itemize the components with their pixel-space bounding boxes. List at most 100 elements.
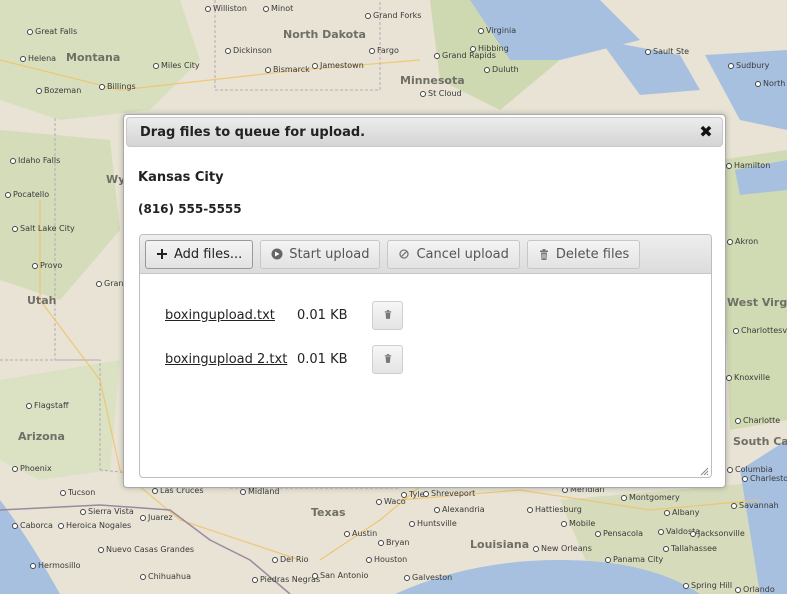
map-city-label: Las Cruces: [152, 487, 204, 495]
map-city-label: San Antonio: [312, 572, 368, 580]
map-city-label: Bozeman: [36, 87, 81, 95]
map-state-label: South Carolina: [733, 435, 787, 448]
map-city-label: Miles City: [153, 62, 200, 70]
map-city-label: Spring Hill: [683, 582, 732, 590]
map-city-label: Salt Lake City: [12, 225, 75, 233]
map-city-label: Austin: [344, 530, 377, 538]
map-city-label: Charleston: [742, 475, 787, 483]
plus-icon: [156, 248, 168, 260]
map-city-label: Tallahassee: [663, 545, 717, 553]
add-files-label: Add files...: [174, 246, 243, 262]
trash-icon: [538, 248, 550, 260]
map-city-label: Sudbury: [728, 62, 769, 70]
add-files-button[interactable]: Add files...: [145, 239, 254, 269]
map-city-label: Phoenix: [12, 465, 52, 473]
file-size: 0.01 KB: [297, 307, 348, 323]
map-city-label: Chihuahua: [140, 573, 191, 581]
map-state-label: North Dakota: [283, 28, 366, 41]
map-state-label: Texas: [311, 506, 346, 519]
map-state-label: Arizona: [18, 430, 65, 443]
map-city-label: Tucson: [60, 489, 95, 497]
dialog-titlebar[interactable]: Drag files to queue for upload. ✖: [126, 117, 723, 147]
map-city-label: Huntsville: [409, 520, 457, 528]
upload-icon: [271, 248, 283, 260]
map-city-label: Shreveport: [423, 490, 475, 498]
map-city-label: Sierra Vista: [80, 508, 134, 516]
map-state-label: Utah: [27, 294, 57, 307]
map-city-label: Idaho Falls: [10, 157, 60, 165]
file-row: boxingupload 2.txt 0.01 KB: [165, 337, 403, 381]
map-city-label: New Orleans: [533, 545, 592, 553]
trash-icon: [384, 352, 392, 367]
map-city-label: Waco: [376, 498, 406, 506]
location-phone: (816) 555-5555: [138, 202, 242, 216]
start-upload-button[interactable]: Start upload: [260, 239, 381, 269]
map-city-label: Alexandria: [434, 506, 485, 514]
map-state-label: West Virginia: [727, 296, 787, 309]
location-name: Kansas City: [138, 170, 224, 185]
map-state-label: Louisiana: [470, 538, 530, 551]
file-upload-area[interactable]: Add files... Start upload Cancel upload …: [139, 234, 712, 478]
map-city-label: Flagstaff: [26, 402, 69, 410]
cancel-upload-label: Cancel upload: [416, 246, 509, 262]
map-city-label: Nuevo Casas Grandes: [98, 546, 194, 554]
map-city-label: Bismarck: [265, 66, 310, 74]
map-state-label: Montana: [66, 51, 121, 64]
upload-dialog: Drag files to queue for upload. ✖ Kansas…: [123, 114, 726, 488]
map-city-label: Hibbing: [470, 45, 509, 53]
file-row: boxingupload.txt 0.01 KB: [165, 293, 403, 337]
map-city-label: Sault Ste: [645, 48, 689, 56]
cancel-icon: [398, 248, 410, 260]
map-city-label: Charlotte: [735, 417, 780, 425]
trash-icon: [384, 308, 392, 323]
map-city-label: Albany: [664, 509, 699, 517]
map-city-label: Grand Forks: [365, 12, 421, 20]
resize-handle-icon[interactable]: [699, 465, 709, 476]
map-city-label: Virginia: [478, 27, 516, 35]
map-city-label: Heroica Nogales: [58, 522, 131, 530]
map-city-label: Billings: [99, 83, 136, 91]
map-city-label: Minot: [263, 5, 293, 13]
map-city-label: Midland: [240, 488, 279, 496]
map-city-label: Pocatello: [5, 191, 49, 199]
map-city-label: Piedras Negras: [252, 576, 320, 584]
map-city-label: Columbia: [727, 466, 773, 474]
map-city-label: Houston: [366, 556, 407, 564]
delete-file-button[interactable]: [372, 344, 403, 374]
file-name-link[interactable]: boxingupload.txt: [165, 308, 275, 323]
map-city-label: Juarez: [140, 514, 173, 522]
map-city-label: Savannah: [731, 502, 779, 510]
map-city-label: Grand Rapids: [434, 52, 496, 60]
map-city-label: Great Falls: [27, 28, 77, 36]
map-city-label: Jamestown: [312, 62, 364, 70]
map-city-label: Mobile: [561, 520, 595, 528]
map-city-label: Hermosillo: [30, 562, 81, 570]
map-city-label: Fargo: [369, 47, 399, 55]
map-city-label: Pensacola: [595, 530, 643, 538]
map-city-label: Knoxville: [726, 374, 770, 382]
file-size: 0.01 KB: [297, 351, 348, 367]
map-city-label: Panama City: [605, 556, 663, 564]
map-city-label: Del Rio: [272, 556, 309, 564]
map-city-label: Jacksonville: [690, 530, 745, 538]
map-city-label: Hattiesburg: [527, 506, 582, 514]
map-city-label: Duluth: [484, 66, 519, 74]
map-city-label: Provo: [32, 262, 62, 270]
map-city-label: Akron: [727, 238, 758, 246]
map-city-label: Hamilton: [726, 162, 770, 170]
map-city-label: Bryan: [378, 539, 409, 547]
map-city-label: Charlottesville: [733, 327, 787, 335]
close-icon[interactable]: ✖: [698, 124, 714, 140]
delete-files-label: Delete files: [555, 246, 630, 262]
dialog-title: Drag files to queue for upload.: [140, 124, 366, 140]
delete-file-button[interactable]: [372, 300, 403, 330]
start-upload-label: Start upload: [289, 246, 370, 262]
map-city-label: Williston: [205, 5, 247, 13]
cancel-upload-button[interactable]: Cancel upload: [387, 239, 520, 269]
map-state-label: Minnesota: [400, 74, 465, 87]
file-name-link[interactable]: boxingupload 2.txt: [165, 352, 287, 367]
upload-toolbar: Add files... Start upload Cancel upload …: [140, 235, 711, 274]
delete-files-button[interactable]: Delete files: [526, 239, 641, 269]
map-city-label: Galveston: [404, 574, 452, 582]
map-city-label: Helena: [20, 55, 56, 63]
